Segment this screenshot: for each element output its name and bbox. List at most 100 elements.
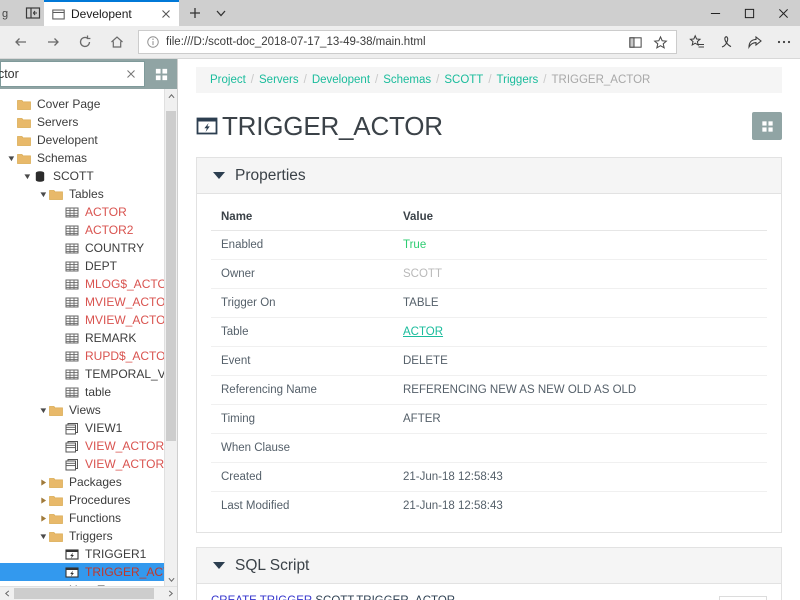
address-bar[interactable]: file:///D:/scott-doc_2018-07-17_13-49-38… <box>138 30 677 54</box>
tree-twisty[interactable] <box>38 191 49 198</box>
close-icon[interactable] <box>159 7 173 21</box>
tree-item-functions[interactable]: Functions <box>0 509 177 527</box>
tree-item-mview-actor[interactable]: MVIEW_ACTOR <box>0 293 177 311</box>
browser-window: g Developent file:///D:/scott-doc_2018-0… <box>0 0 800 600</box>
tree-item-views[interactable]: Views <box>0 401 177 419</box>
forward-button[interactable] <box>38 28 68 56</box>
tree-item-label: TEMPORAL_VALIDITY <box>85 367 173 381</box>
object-tree[interactable]: Cover Page Servers Developent Schemas SCOTT T… <box>0 89 177 600</box>
triangle-right-icon[interactable] <box>40 478 47 486</box>
tree-item-dept[interactable]: DEPT <box>0 257 177 275</box>
tree-item-view-actor[interactable]: VIEW_ACTOR <box>0 437 177 455</box>
table-row: Table ACTOR <box>211 317 767 347</box>
more-icon[interactable] <box>776 34 792 50</box>
breadcrumb-item[interactable]: Servers <box>259 74 299 86</box>
book-icon[interactable] <box>628 35 643 50</box>
tree-item-mlog-actor[interactable]: MLOG$_ACTOR <box>0 275 177 293</box>
property-value[interactable]: ACTOR <box>393 317 767 347</box>
breadcrumb-item[interactable]: Triggers <box>497 74 539 86</box>
sidebar-horizontal-scrollbar[interactable] <box>0 586 177 600</box>
triangle-down-icon[interactable] <box>40 407 47 414</box>
scroll-right-button[interactable] <box>163 587 177 600</box>
tree-item-scott[interactable]: SCOTT <box>0 167 177 185</box>
tree-item-view1[interactable]: VIEW1 <box>0 419 177 437</box>
property-value: AFTER <box>393 404 767 434</box>
forward-arrow-icon <box>48 38 59 46</box>
home-button[interactable] <box>102 28 132 56</box>
sidebar-vertical-scrollbar[interactable] <box>164 89 177 586</box>
close-icon[interactable] <box>124 67 138 81</box>
folder-icon <box>49 187 65 201</box>
scrollbar-thumb[interactable] <box>166 111 176 441</box>
search-input[interactable] <box>0 67 124 81</box>
copy-button[interactable]: Copy <box>719 596 767 600</box>
triangle-right-icon[interactable] <box>40 496 47 504</box>
new-tab-icon[interactable] <box>187 5 203 21</box>
back-button[interactable] <box>6 28 36 56</box>
notes-pen-icon[interactable] <box>718 34 734 50</box>
tree-item-mview-actor2[interactable]: MVIEW_ACTOR2 <box>0 311 177 329</box>
properties-panel-body: Name Value Enabled True Owner SCOTT Trigger … <box>197 194 781 532</box>
breadcrumb-item[interactable]: Developent <box>312 74 370 86</box>
chevron-down-icon[interactable] <box>213 5 229 21</box>
share-icon[interactable] <box>747 34 763 50</box>
tree-item-rupd-actor[interactable]: RUPD$_ACTOR <box>0 347 177 365</box>
tree-item-schemas[interactable]: Schemas <box>0 149 177 167</box>
tree-twisty[interactable] <box>6 155 17 162</box>
breadcrumb-item[interactable]: Schemas <box>383 74 431 86</box>
tree-item-servers[interactable]: Servers <box>0 113 177 131</box>
close-button[interactable] <box>766 0 800 26</box>
browser-tab[interactable]: Developent <box>44 0 179 26</box>
tree-twisty[interactable] <box>22 173 33 180</box>
tree-twisty[interactable] <box>38 533 49 540</box>
table-row: Referencing Name REFERENCING NEW AS NEW O… <box>211 375 767 405</box>
caret-down-icon[interactable] <box>213 172 225 179</box>
tree-twisty[interactable] <box>38 514 49 522</box>
search-box[interactable] <box>0 61 145 87</box>
tree-item-view-actor1[interactable]: VIEW_ACTOR1 <box>0 455 177 473</box>
tree-item-trigger1[interactable]: TRIGGER1 <box>0 545 177 563</box>
tree-item-tables[interactable]: Tables <box>0 185 177 203</box>
tree-twisty[interactable] <box>38 478 49 486</box>
favorites-hub-icon[interactable] <box>689 34 705 50</box>
triangle-right-icon[interactable] <box>40 514 47 522</box>
scrollbar-thumb[interactable] <box>14 588 154 599</box>
header-grid-button[interactable] <box>752 112 782 140</box>
tree-item-actor[interactable]: ACTOR <box>0 203 177 221</box>
scroll-up-button[interactable] <box>165 89 177 103</box>
minimize-button[interactable] <box>698 0 732 26</box>
tree-item-temporal-validity[interactable]: TEMPORAL_VALIDITY <box>0 365 177 383</box>
triangle-down-icon[interactable] <box>40 191 47 198</box>
set-tabs-aside-icon[interactable] <box>25 5 41 21</box>
tree-item-table[interactable]: table <box>0 383 177 401</box>
folder-icon <box>49 403 65 417</box>
tree-item-remark[interactable]: REMARK <box>0 329 177 347</box>
property-value-link[interactable]: ACTOR <box>403 326 443 338</box>
tab-title: Developent <box>71 7 132 21</box>
tree-twisty[interactable] <box>38 407 49 414</box>
tree-item-packages[interactable]: Packages <box>0 473 177 491</box>
maximize-button[interactable] <box>732 0 766 26</box>
refresh-button[interactable] <box>70 28 100 56</box>
tree-item-developent[interactable]: Developent <box>0 131 177 149</box>
properties-panel-header[interactable]: Properties <box>197 158 781 194</box>
caret-down-icon[interactable] <box>213 562 225 569</box>
triangle-down-icon[interactable] <box>24 173 31 180</box>
table-row: Last Modified 21-Jun-18 12:58:43 <box>211 492 767 521</box>
tree-item-cover-page[interactable]: Cover Page <box>0 95 177 113</box>
triangle-down-icon[interactable] <box>40 533 47 540</box>
tree-item-country[interactable]: COUNTRY <box>0 239 177 257</box>
scroll-left-button[interactable] <box>0 587 14 600</box>
scroll-down-button[interactable] <box>165 572 177 586</box>
tree-twisty[interactable] <box>38 496 49 504</box>
sidebar-grid-toggle-button[interactable] <box>145 59 177 89</box>
tree-item-procedures[interactable]: Procedures <box>0 491 177 509</box>
triangle-down-icon[interactable] <box>8 155 15 162</box>
tree-item-actor2[interactable]: ACTOR2 <box>0 221 177 239</box>
breadcrumb-item[interactable]: SCOTT <box>444 74 483 86</box>
star-icon[interactable] <box>653 35 668 50</box>
sql-script-panel-header[interactable]: SQL Script <box>197 548 781 584</box>
tree-item-trigger-actor[interactable]: TRIGGER_ACTOR <box>0 563 177 581</box>
breadcrumb-item[interactable]: Project <box>210 74 246 86</box>
tree-item-triggers[interactable]: Triggers <box>0 527 177 545</box>
